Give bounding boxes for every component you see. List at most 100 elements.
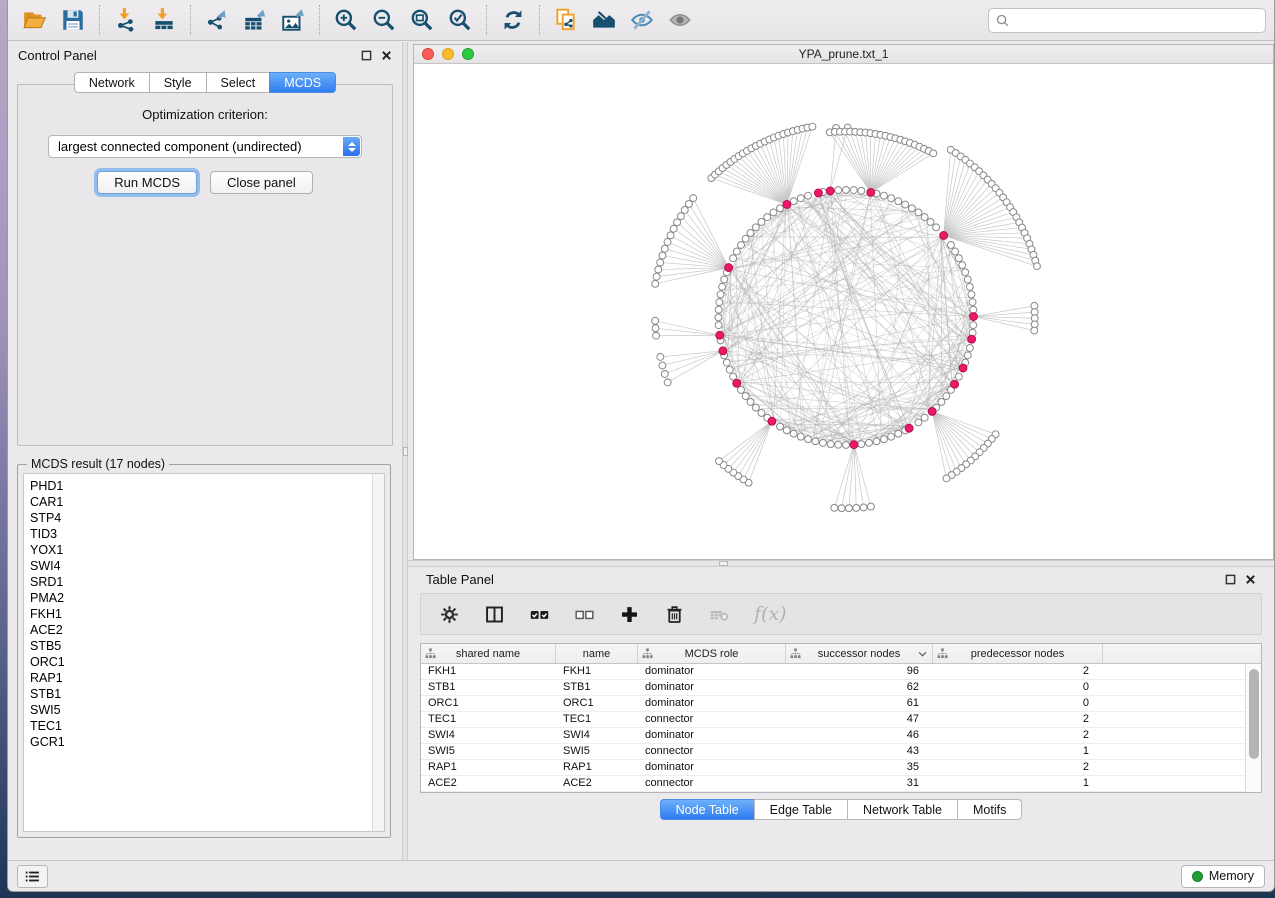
column-header-shared-name[interactable]: shared name [421,644,556,663]
save-session-button[interactable] [54,3,92,37]
network-node[interactable] [853,504,860,511]
network-node[interactable] [715,306,722,313]
network-node[interactable] [843,186,850,193]
network-node[interactable] [768,417,776,425]
network-node[interactable] [835,441,842,448]
network-node[interactable] [715,458,722,465]
network-node[interactable] [964,352,971,359]
tab-network[interactable]: Network [74,72,149,93]
network-node[interactable] [947,242,954,249]
network-node[interactable] [814,189,822,197]
network-node[interactable] [966,283,973,290]
network-node[interactable] [921,214,928,221]
network-node[interactable] [752,404,759,411]
network-node[interactable] [677,213,684,220]
tab-motifs[interactable]: Motifs [957,799,1022,820]
network-node[interactable] [940,232,948,240]
network-node[interactable] [888,433,895,440]
function-builder-button[interactable]: f(x) [754,603,787,625]
list-item[interactable]: TEC1 [30,718,384,734]
network-node[interactable] [659,362,666,369]
zoom-fit-button[interactable] [403,3,441,37]
network-node[interactable] [715,314,722,321]
list-item[interactable]: PMA2 [30,590,384,606]
network-node[interactable] [895,198,902,205]
network-node[interactable] [758,218,765,225]
tab-edge-table[interactable]: Edge Table [754,799,847,820]
open-file-button[interactable] [16,3,54,37]
network-node[interactable] [966,345,973,352]
network-node[interactable] [716,299,723,306]
tab-network-table[interactable]: Network Table [847,799,957,820]
refresh-button[interactable] [494,3,532,37]
network-node[interactable] [715,322,722,329]
network-node[interactable] [674,219,681,226]
network-node[interactable] [959,364,967,372]
network-node[interactable] [657,259,664,266]
network-node[interactable] [968,291,975,298]
network-node[interactable] [826,187,834,195]
add-column-button[interactable] [619,604,640,625]
network-node[interactable] [915,419,922,426]
list-item[interactable]: STB1 [30,686,384,702]
network-node[interactable] [681,207,688,214]
network-node[interactable] [809,123,816,130]
network-node[interactable] [652,280,659,287]
export-image-button[interactable] [274,3,312,37]
table-scrollbar[interactable] [1245,664,1261,792]
network-node[interactable] [812,438,819,445]
network-node[interactable] [867,503,874,510]
tab-mcds[interactable]: MCDS [269,72,336,93]
network-node[interactable] [858,187,865,194]
show-all-button[interactable] [661,3,699,37]
divider-grip[interactable] [719,561,728,566]
network-node[interactable] [655,266,662,273]
network-node[interactable] [790,198,797,205]
network-node[interactable] [819,439,826,446]
list-item[interactable]: FKH1 [30,606,384,622]
network-node[interactable] [659,252,666,259]
search-input[interactable] [1014,13,1258,27]
network-node[interactable] [670,225,677,232]
float-panel-icon[interactable] [1225,574,1236,585]
table-row[interactable]: ORC1ORC1dominator610 [421,696,1245,712]
mcds-result-list[interactable]: PHD1CAR1STP4TID3YOX1SWI4SRD1PMA2FKH1ACE2… [23,473,385,832]
gear-button[interactable] [439,604,460,625]
network-node[interactable] [867,188,875,196]
network-node[interactable] [843,441,850,448]
network-node[interactable] [959,262,966,269]
list-item[interactable]: ORC1 [30,654,384,670]
network-node[interactable] [845,505,852,512]
export-table-button[interactable] [236,3,274,37]
column-header-mcds-role[interactable]: MCDS role [638,644,786,663]
network-node[interactable] [752,224,759,231]
network-node[interactable] [933,224,940,231]
show-panels-button[interactable] [17,865,48,888]
network-node[interactable] [777,423,784,430]
network-node[interactable] [1033,263,1040,270]
network-node[interactable] [742,235,749,242]
network-node[interactable] [952,248,959,255]
deselect-all-button[interactable] [574,604,595,625]
network-node[interactable] [930,150,937,157]
network-node[interactable] [838,505,845,512]
tab-select[interactable]: Select [206,72,270,93]
hide-selected-button[interactable] [623,3,661,37]
list-item[interactable]: PHD1 [30,478,384,494]
network-node[interactable] [725,264,733,272]
network-node[interactable] [733,248,740,255]
list-item[interactable]: CAR1 [30,494,384,510]
list-item[interactable]: TID3 [30,526,384,542]
search-field[interactable] [988,8,1266,33]
network-node[interactable] [738,242,745,249]
network-node[interactable] [747,229,754,236]
list-item[interactable]: STP4 [30,510,384,526]
network-node[interactable] [723,359,730,366]
network-node[interactable] [970,313,978,321]
network-node[interactable] [652,325,659,332]
network-node[interactable] [730,255,737,262]
network-node[interactable] [943,475,950,482]
network-node[interactable] [955,255,962,262]
select-all-button[interactable] [529,604,550,625]
network-node[interactable] [738,386,745,393]
